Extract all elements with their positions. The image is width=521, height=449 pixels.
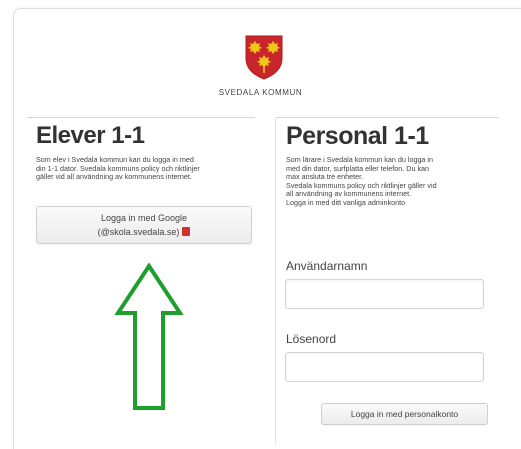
svedala-crest-icon	[245, 35, 283, 80]
password-label: Lösenord	[286, 332, 337, 346]
staff-panel: Personal 1-1 Som lärare i Svedala kommun…	[275, 117, 498, 444]
password-input[interactable]	[285, 352, 484, 382]
up-arrow-outline-icon	[114, 263, 184, 410]
staff-login-button[interactable]: Logga in med personalkonto	[321, 403, 488, 425]
google-login-domain: (@skola.svedala.se)	[97, 227, 180, 237]
staff-description: Som lärare i Svedala kommun kan du logga…	[286, 155, 437, 207]
username-label: Användarnamn	[286, 259, 368, 273]
students-description: Som elev i Svedala kommun kan du logga i…	[36, 155, 200, 182]
google-apps-icon	[182, 227, 191, 236]
google-login-button[interactable]: Logga in med Google (@skola.svedala.se)	[36, 206, 252, 244]
students-title: Elever 1-1	[36, 122, 145, 149]
username-input[interactable]	[285, 279, 484, 309]
brand-name: SVEDALA KOMMUN	[218, 88, 303, 97]
staff-title: Personal 1-1	[286, 122, 429, 150]
google-login-label: Logga in med Google	[100, 213, 188, 223]
